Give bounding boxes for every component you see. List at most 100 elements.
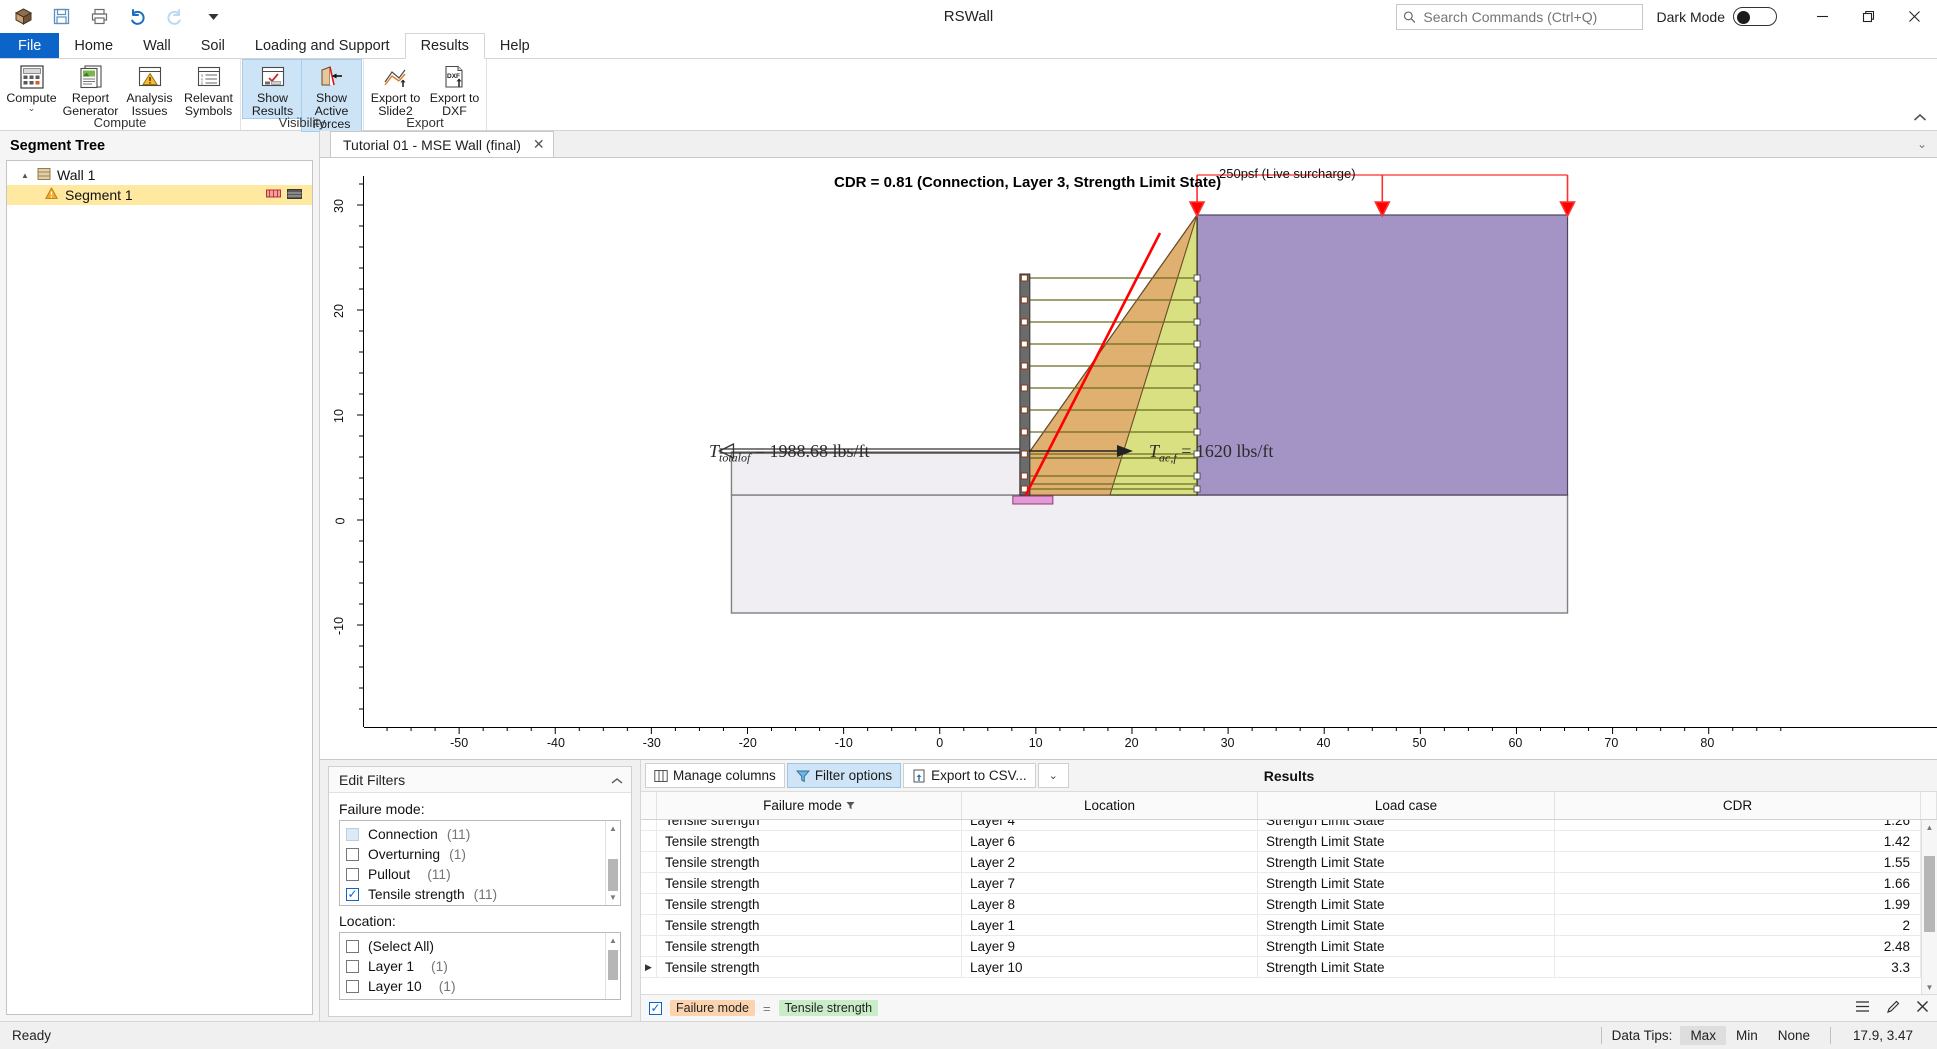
export-dropdown-button[interactable]: ⌄	[1037, 763, 1069, 788]
table-row[interactable]: Tensile strength Layer 2 Strength Limit …	[641, 852, 1937, 873]
checkbox[interactable]	[346, 959, 359, 973]
column-header-load-case[interactable]: Load case	[1258, 792, 1555, 819]
table-row[interactable]: Tensile strength Layer 1 Strength Limit …	[641, 915, 1937, 936]
collapse-chevron-up-icon[interactable]	[611, 772, 623, 788]
app-icon[interactable]	[10, 4, 36, 30]
results-grid-body[interactable]: Tensile strength Layer 4 Strength Limit …	[641, 820, 1937, 994]
ribbon-button-compute[interactable]: Compute ⌄	[2, 60, 61, 113]
close-button[interactable]	[1891, 0, 1937, 33]
scroll-up-icon[interactable]: ▲	[606, 821, 620, 836]
filter-item-overturning[interactable]: Overturning (1)	[340, 844, 620, 864]
filter-item-select-all[interactable]: (Select All)	[340, 936, 620, 956]
ribbon-tab-file[interactable]: File	[0, 33, 60, 58]
filter-item-connection[interactable]: Connection (11)	[340, 824, 620, 844]
ribbon-tab-home[interactable]: Home	[59, 33, 128, 58]
table-row[interactable]: Tensile strength Layer 9 Strength Limit …	[641, 936, 1937, 957]
tree-node-segment-1[interactable]: Segment 1	[7, 185, 312, 205]
table-row[interactable]: Tensile strength Layer 6 Strength Limit …	[641, 831, 1937, 852]
data-tips-none-option[interactable]: None	[1768, 1026, 1820, 1045]
filter-field-chip[interactable]: Failure mode	[670, 1000, 755, 1016]
data-tips-min-option[interactable]: Min	[1726, 1026, 1768, 1045]
filter-item-layer-1[interactable]: Layer 1 (1)	[340, 956, 620, 976]
ribbon-button-export-to-slide2[interactable]: Export to Slide2	[366, 60, 425, 118]
filter-list-icon[interactable]	[1855, 1000, 1870, 1016]
dark-mode-control[interactable]: Dark Mode	[1657, 7, 1777, 26]
filter-item-tensile-strength[interactable]: Tensile strength (11)	[340, 884, 620, 904]
ribbon-tab-wall[interactable]: Wall	[128, 33, 186, 58]
scrollbar-thumb[interactable]	[1924, 856, 1935, 932]
scroll-up-icon[interactable]: ▲	[606, 933, 620, 948]
save-icon[interactable]	[48, 4, 74, 30]
close-tab-icon[interactable]: ✕	[533, 136, 545, 153]
filter-enabled-checkbox[interactable]	[649, 1001, 662, 1015]
ribbon-button-report-generator[interactable]: Report Generator	[61, 60, 120, 118]
checkbox[interactable]	[346, 939, 359, 953]
ribbon-button-analysis-issues[interactable]: Analysis Issues	[120, 60, 179, 118]
failure-mode-list[interactable]: Connection (11) Overturning (1) Pullout …	[339, 820, 621, 906]
ribbon-button-export-to-dxf[interactable]: DXF Export to DXF	[425, 60, 484, 118]
scrollbar-thumb[interactable]	[608, 859, 618, 891]
filter-value-chip[interactable]: Tensile strength	[778, 1000, 879, 1016]
location-list[interactable]: (Select All) Layer 1 (1) Layer 10 (1) ▲	[339, 932, 621, 1000]
ribbon-tab-soil[interactable]: Soil	[186, 33, 240, 58]
maximize-restore-button[interactable]	[1845, 0, 1891, 33]
x-tick-label: 10	[1028, 736, 1043, 750]
wall-diagram-view[interactable]: 30 20 10 0 -10 CDR = 0.81 (Connection, L…	[320, 158, 1937, 760]
table-row[interactable]: Tensile strength Layer 8 Strength Limit …	[641, 894, 1937, 915]
ribbon-tab-results[interactable]: Results	[404, 33, 485, 59]
column-header-cdr[interactable]: CDR	[1555, 792, 1921, 819]
scroll-down-icon[interactable]: ▼	[1922, 980, 1937, 994]
ac-force-value: = 1620 lbs/ft	[1181, 441, 1274, 461]
dark-block-icon[interactable]	[287, 187, 302, 203]
checkbox[interactable]	[346, 827, 359, 841]
ribbon-button-relevant-symbols[interactable]: xyz Relevant Symbols	[179, 60, 238, 118]
checkbox[interactable]	[346, 887, 359, 901]
expand-arrow-icon[interactable]: ▲	[21, 171, 31, 180]
ribbon-button-show-results[interactable]: Show Results	[242, 59, 303, 119]
scroll-down-icon[interactable]: ▼	[606, 890, 620, 905]
checkbox[interactable]	[346, 867, 359, 881]
checkbox[interactable]	[346, 847, 359, 861]
column-header-failure-mode[interactable]: Failure mode	[657, 792, 962, 819]
segment-tree-view[interactable]: ▲ Wall 1 Segment 1	[6, 160, 313, 1015]
filter-item-pullout[interactable]: Pullout (11)	[340, 864, 620, 884]
scrollbar-thumb[interactable]	[608, 950, 618, 980]
customize-caret-icon[interactable]	[200, 4, 226, 30]
document-tab-tutorial-01[interactable]: Tutorial 01 - MSE Wall (final) ✕	[330, 131, 554, 157]
tab-overflow-chevron-down-icon[interactable]: ⌄	[1917, 137, 1927, 151]
foundation-soil-region	[730, 494, 1569, 614]
table-row[interactable]: ▶ Tensile strength Layer 10 Strength Lim…	[641, 957, 1937, 978]
edit-icon[interactable]	[1886, 1000, 1900, 1017]
export-to-csv-button[interactable]: Export to CSV...	[903, 763, 1036, 788]
red-mesh-icon[interactable]	[266, 187, 281, 203]
failure-mode-scrollbar[interactable]: ▲ ▼	[605, 821, 620, 905]
filter-item-layer-10[interactable]: Layer 10 (1)	[340, 976, 620, 996]
search-commands-box[interactable]	[1395, 3, 1643, 30]
ribbon-tab-loading-and-support[interactable]: Loading and Support	[240, 33, 405, 58]
clear-filter-icon[interactable]	[1916, 1000, 1929, 1016]
chevron-down-icon[interactable]: ⌄	[28, 104, 36, 113]
filter-options-button[interactable]: Filter options	[786, 763, 902, 788]
edit-filters-header[interactable]: Edit Filters	[329, 767, 631, 793]
x-tick-label: 40	[1316, 736, 1331, 750]
checkbox[interactable]	[346, 979, 359, 993]
redo-icon[interactable]	[162, 4, 188, 30]
minimize-button[interactable]	[1799, 0, 1845, 33]
plot-canvas[interactable]: CDR = 0.81 (Connection, Layer 3, Strengt…	[364, 158, 1937, 759]
scroll-up-icon[interactable]: ▲	[1922, 820, 1937, 834]
manage-columns-button[interactable]: Manage columns	[645, 763, 785, 788]
segment-tree-panel: Segment Tree ▲ Wall 1 Segment 1	[0, 131, 320, 1021]
search-input[interactable]	[1421, 7, 1636, 26]
dark-mode-toggle[interactable]	[1733, 7, 1777, 26]
results-vertical-scrollbar[interactable]: ▲ ▼	[1921, 820, 1937, 994]
data-tips-max-option[interactable]: Max	[1680, 1026, 1726, 1045]
column-header-location[interactable]: Location	[962, 792, 1258, 819]
ribbon-collapse-chevron-up-icon[interactable]	[1913, 110, 1927, 125]
undo-icon[interactable]	[124, 4, 150, 30]
table-row[interactable]: Tensile strength Layer 7 Strength Limit …	[641, 873, 1937, 894]
table-row[interactable]: Tensile strength Layer 4 Strength Limit …	[641, 820, 1937, 831]
location-scrollbar[interactable]: ▲	[605, 933, 620, 999]
ribbon-tab-help[interactable]: Help	[485, 33, 545, 58]
tree-node-wall-1[interactable]: ▲ Wall 1	[7, 165, 312, 185]
print-icon[interactable]	[86, 4, 112, 30]
